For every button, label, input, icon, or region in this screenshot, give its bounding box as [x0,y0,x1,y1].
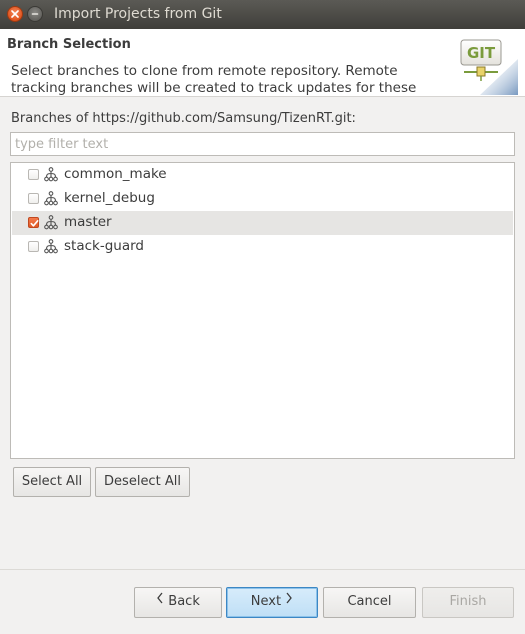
select-all-button[interactable]: Select All [13,467,91,497]
window-title: Import Projects from Git [54,6,222,22]
cancel-button[interactable]: Cancel [323,587,416,618]
next-button[interactable]: Next [226,587,318,618]
branch-row-kernel-debug[interactable]: kernel_debug [12,187,513,211]
git-logo-icon: GIT [458,37,518,95]
branch-icon [44,239,58,254]
page-description: Select branches to clone from remote rep… [11,63,417,96]
minimize-window-button[interactable] [27,6,43,22]
branch-checkbox[interactable] [28,193,39,204]
branch-row-stack-guard[interactable]: stack-guard [12,235,513,259]
branch-filter-input[interactable] [10,132,515,156]
footer-divider [0,569,525,570]
branch-name: common_make [64,166,167,182]
branch-checkbox-checked[interactable] [28,217,39,228]
next-button-label: Next [250,594,282,609]
page-title: Branch Selection [7,37,131,52]
branch-checkbox[interactable] [28,241,39,252]
branch-name: master [64,214,112,230]
wizard-banner: Branch Selection Select branches to clon… [0,29,525,97]
branch-row-master[interactable]: master [12,211,513,235]
branch-row-common-make[interactable]: common_make [12,163,513,187]
branch-icon [44,167,58,182]
branches-label: Branches of https://github.com/Samsung/T… [11,111,356,126]
title-bar: Import Projects from Git [0,0,525,30]
chevron-right-icon [285,587,293,614]
branch-icon [44,191,58,206]
branch-name: kernel_debug [64,190,155,206]
branch-icon [44,215,58,230]
finish-button[interactable]: Finish [422,587,514,618]
back-button[interactable]: Back [134,587,222,618]
branch-name: stack-guard [64,238,144,254]
svg-text:GIT: GIT [467,44,496,62]
branch-checkbox[interactable] [28,169,39,180]
back-button-label: Back [168,594,200,609]
branch-list[interactable]: common_make kernel_debug master stack-gu… [10,162,515,459]
chevron-left-icon [156,587,164,614]
close-window-button[interactable] [7,6,23,22]
deselect-all-button[interactable]: Deselect All [95,467,190,497]
